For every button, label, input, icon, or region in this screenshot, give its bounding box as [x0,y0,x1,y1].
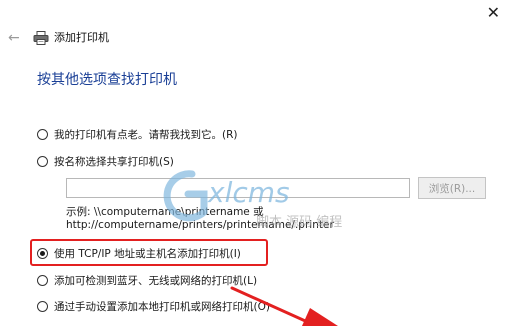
example-line-2: http://computername/printers/printername… [66,219,334,231]
option-shared-printer[interactable]: 按名称选择共享打印机(S) [37,153,174,169]
example-text: 示例: \\computername\printername 或 http://… [66,206,334,232]
close-icon[interactable]: ✕ [487,4,500,22]
option-old-printer-label: 我的打印机有点老。请帮我找到它。(R) [54,128,238,141]
browse-button[interactable]: 浏览(R)... [418,177,486,199]
option-shared-printer-radio[interactable] [37,155,48,167]
printer-icon [33,31,49,45]
page-heading: 按其他选项查找打印机 [37,72,177,88]
title-bar [0,0,510,26]
option-old-printer-radio[interactable] [37,128,48,140]
shared-printer-input[interactable] [66,178,410,198]
option-old-printer[interactable]: 我的打印机有点老。请帮我找到它。(R) [37,126,238,142]
option-manual-local-radio[interactable] [37,300,48,312]
option-bluetooth-wireless-radio[interactable] [37,274,48,286]
example-line-1: 示例: \\computername\printername 或 [66,206,264,218]
option-bluetooth-wireless[interactable]: 添加可检测到蓝牙、无线或网络的打印机(L) [37,272,257,288]
highlight-box [30,239,268,266]
option-bluetooth-wireless-label: 添加可检测到蓝牙、无线或网络的打印机(L) [54,274,258,287]
back-arrow-icon[interactable]: ← [8,30,20,46]
wizard-title: 添加打印机 [54,31,109,44]
option-shared-printer-label: 按名称选择共享打印机(S) [54,155,174,168]
red-arrow-annotation [230,286,338,326]
